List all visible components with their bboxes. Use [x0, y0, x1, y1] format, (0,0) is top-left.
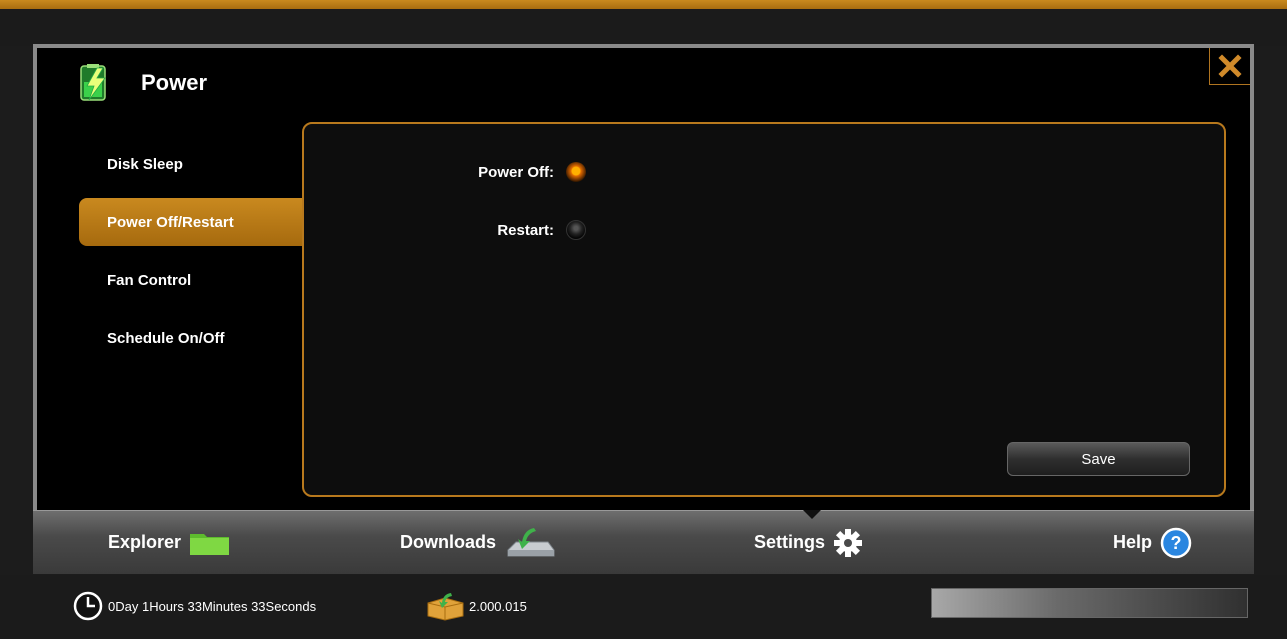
tab-label: Settings — [754, 532, 826, 552]
restart-label: Restart: — [497, 221, 554, 239]
svg-text:?: ? — [1171, 533, 1182, 553]
close-icon — [1218, 54, 1242, 78]
tab-label: Help — [1113, 532, 1153, 552]
sidebar-item-disk-sleep[interactable]: Disk Sleep — [79, 140, 304, 188]
sidebar-item-label: Schedule On/Off — [107, 329, 225, 347]
uptime-status: 0Day 1Hours 33Minutes 33Seconds — [72, 575, 316, 637]
sidebar-item-label: Power Off/Restart — [107, 213, 234, 231]
save-button[interactable]: Save — [1007, 442, 1190, 476]
sidebar-item-label: Disk Sleep — [107, 155, 183, 173]
tab-downloads[interactable]: Downloads — [400, 511, 556, 574]
tab-settings[interactable]: Settings — [754, 511, 863, 574]
activity-progress-bar — [931, 588, 1248, 618]
tab-label: Explorer — [108, 532, 182, 552]
clock-icon — [73, 591, 103, 621]
bottom-tab-bar: Explorer Downloads Settings Help ? — [33, 510, 1254, 574]
power-off-option: Power Off: — [384, 162, 586, 182]
sidebar-item-schedule-on-off[interactable]: Schedule On/Off — [79, 314, 304, 362]
close-button[interactable] — [1209, 48, 1250, 85]
dialog-header: Power — [79, 63, 207, 103]
sidebar-item-fan-control[interactable]: Fan Control — [79, 256, 304, 304]
sidebar-item-power-off-restart[interactable]: Power Off/Restart — [79, 198, 304, 246]
settings-sidebar: Disk Sleep Power Off/Restart Fan Control… — [79, 140, 304, 372]
gear-icon — [834, 528, 863, 557]
top-spacer — [0, 9, 1287, 46]
folder-icon — [190, 533, 230, 555]
help-icon: ? — [1160, 527, 1192, 558]
package-icon — [427, 593, 464, 621]
sidebar-item-label: Fan Control — [107, 271, 192, 289]
battery-power-icon — [79, 64, 111, 102]
tab-help[interactable]: Help ? — [1113, 511, 1192, 574]
download-drive-icon — [507, 527, 555, 556]
power-off-label: Power Off: — [478, 163, 554, 181]
tab-label: Downloads — [400, 532, 497, 552]
restart-radio[interactable] — [566, 220, 586, 240]
top-accent-bar — [0, 0, 1287, 9]
restart-option: Restart: — [384, 220, 586, 240]
version-status: 2.000.015 — [425, 575, 527, 637]
tab-explorer[interactable]: Explorer — [108, 511, 231, 574]
uptime-text: 0Day 1Hours 33Minutes 33Seconds — [108, 598, 317, 614]
power-options-panel: Power Off: Restart: Save — [302, 122, 1226, 497]
dialog-title: Power — [141, 70, 208, 95]
version-text: 2.000.015 — [469, 598, 527, 614]
power-dialog: Power Disk Sleep Power Off/Restart Fan C… — [33, 44, 1254, 510]
power-off-radio[interactable] — [566, 162, 586, 182]
